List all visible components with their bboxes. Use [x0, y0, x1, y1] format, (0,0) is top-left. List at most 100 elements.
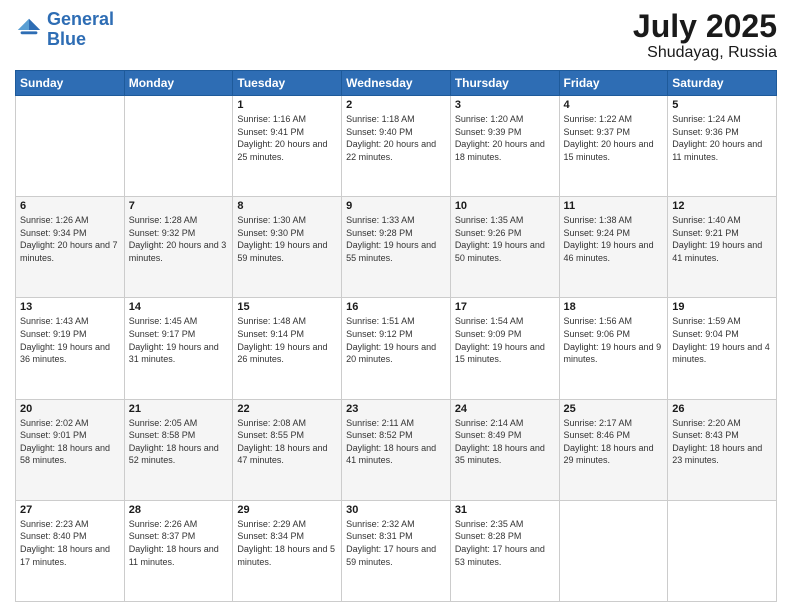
logo-general: General	[47, 9, 114, 29]
table-row: 31Sunrise: 2:35 AMSunset: 8:28 PMDayligh…	[450, 500, 559, 601]
table-row: 23Sunrise: 2:11 AMSunset: 8:52 PMDayligh…	[342, 399, 451, 500]
daylight-text: Daylight: 20 hours and 11 minutes.	[672, 138, 772, 163]
day-info: Sunrise: 1:33 AMSunset: 9:28 PMDaylight:…	[346, 214, 446, 264]
day-info: Sunrise: 1:20 AMSunset: 9:39 PMDaylight:…	[455, 113, 555, 163]
table-row: 5Sunrise: 1:24 AMSunset: 9:36 PMDaylight…	[668, 96, 777, 197]
daylight-text: Daylight: 17 hours and 53 minutes.	[455, 543, 555, 568]
logo-icon	[15, 16, 43, 44]
sunset-text: Sunset: 8:43 PM	[672, 429, 772, 442]
header-friday: Friday	[559, 71, 668, 96]
calendar-week-row: 6 Sunrise: 1:26 AMSunset: 9:34 PMDaylight…	[16, 197, 777, 298]
sunrise-text: Sunrise: 1:43 AM	[20, 315, 120, 328]
day-info: Sunrise: 1:45 AMSunset: 9:17 PMDaylight:…	[129, 315, 229, 365]
day-number: 20	[20, 403, 120, 415]
table-row: 1Sunrise: 1:16 AMSunset: 9:41 PMDaylight…	[233, 96, 342, 197]
day-info: Sunrise: 1:24 AMSunset: 9:36 PMDaylight:…	[672, 113, 772, 163]
day-number: 6	[20, 200, 120, 212]
header-monday: Monday	[124, 71, 233, 96]
day-info: Sunrise: 1:18 AMSunset: 9:40 PMDaylight:…	[346, 113, 446, 163]
sunrise-text: Sunrise: 1:18 AM	[346, 113, 446, 126]
day-number: 8	[237, 200, 337, 212]
table-row: 18Sunrise: 1:56 AMSunset: 9:06 PMDayligh…	[559, 298, 668, 399]
sunrise-text: Sunrise: 1:22 AM	[564, 113, 664, 126]
sunrise-text: Sunrise: 2:35 AM	[455, 518, 555, 531]
table-row: 25 Sunrise: 2:17 AMSunset: 8:46 PMDayligh…	[559, 399, 668, 500]
daylight-text: Daylight: 19 hours and 4 minutes.	[672, 341, 772, 366]
day-number: 15	[237, 301, 337, 313]
day-number: 9	[346, 200, 446, 212]
sunset-text: Sunset: 9:24 PM	[564, 227, 664, 240]
header-sunday: Sunday	[16, 71, 125, 96]
table-row	[668, 500, 777, 601]
weekday-header-row: Sunday Monday Tuesday Wednesday Thursday…	[16, 71, 777, 96]
day-info: Sunrise: 2:26 AMSunset: 8:37 PMDaylight:…	[129, 518, 229, 568]
day-number: 17	[455, 301, 555, 313]
sunset-text: Sunset: 9:01 PM	[20, 429, 120, 442]
sunrise-text: Sunrise: 2:26 AM	[129, 518, 229, 531]
daylight-text: Daylight: 19 hours and 20 minutes.	[346, 341, 446, 366]
table-row	[559, 500, 668, 601]
sunset-text: Sunset: 8:46 PM	[564, 429, 664, 442]
day-number: 23	[346, 403, 446, 415]
day-number: 31	[455, 504, 555, 516]
sunset-text: Sunset: 9:40 PM	[346, 126, 446, 139]
day-info: Sunrise: 2:17 AMSunset: 8:46 PMDaylight:…	[564, 417, 664, 467]
table-row: 22Sunrise: 2:08 AMSunset: 8:55 PMDayligh…	[233, 399, 342, 500]
sunset-text: Sunset: 8:55 PM	[237, 429, 337, 442]
sunset-text: Sunset: 8:49 PM	[455, 429, 555, 442]
calendar-week-row: 27Sunrise: 2:23 AMSunset: 8:40 PMDayligh…	[16, 500, 777, 601]
daylight-text: Daylight: 19 hours and 55 minutes.	[346, 239, 446, 264]
table-row: 29Sunrise: 2:29 AMSunset: 8:34 PMDayligh…	[233, 500, 342, 601]
sunrise-text: Sunrise: 1:26 AM	[20, 214, 120, 227]
day-number: 28	[129, 504, 229, 516]
table-row: 14Sunrise: 1:45 AMSunset: 9:17 PMDayligh…	[124, 298, 233, 399]
day-info: Sunrise: 1:30 AMSunset: 9:30 PMDaylight:…	[237, 214, 337, 264]
daylight-text: Daylight: 18 hours and 29 minutes.	[564, 442, 664, 467]
table-row: 24Sunrise: 2:14 AMSunset: 8:49 PMDayligh…	[450, 399, 559, 500]
day-number: 25	[564, 403, 664, 415]
daylight-text: Daylight: 20 hours and 15 minutes.	[564, 138, 664, 163]
table-row: 30Sunrise: 2:32 AMSunset: 8:31 PMDayligh…	[342, 500, 451, 601]
table-row: 8 Sunrise: 1:30 AMSunset: 9:30 PMDaylight…	[233, 197, 342, 298]
table-row: 17Sunrise: 1:54 AMSunset: 9:09 PMDayligh…	[450, 298, 559, 399]
sunset-text: Sunset: 9:09 PM	[455, 328, 555, 341]
sunrise-text: Sunrise: 2:29 AM	[237, 518, 337, 531]
sunrise-text: Sunrise: 2:17 AM	[564, 417, 664, 430]
day-info: Sunrise: 1:26 AMSunset: 9:34 PMDaylight:…	[20, 214, 120, 264]
logo-blue: Blue	[47, 29, 86, 49]
sunset-text: Sunset: 9:04 PM	[672, 328, 772, 341]
daylight-text: Daylight: 18 hours and 47 minutes.	[237, 442, 337, 467]
day-info: Sunrise: 2:02 AMSunset: 9:01 PMDaylight:…	[20, 417, 120, 467]
day-info: Sunrise: 2:20 AMSunset: 8:43 PMDaylight:…	[672, 417, 772, 467]
sunrise-text: Sunrise: 2:20 AM	[672, 417, 772, 430]
table-row: 6 Sunrise: 1:26 AMSunset: 9:34 PMDaylight…	[16, 197, 125, 298]
daylight-text: Daylight: 19 hours and 41 minutes.	[672, 239, 772, 264]
table-row: 15 Sunrise: 1:48 AMSunset: 9:14 PMDayligh…	[233, 298, 342, 399]
day-info: Sunrise: 2:29 AMSunset: 8:34 PMDaylight:…	[237, 518, 337, 568]
sunrise-text: Sunrise: 1:59 AM	[672, 315, 772, 328]
header-thursday: Thursday	[450, 71, 559, 96]
logo-text: General Blue	[47, 10, 114, 50]
day-number: 16	[346, 301, 446, 313]
day-info: Sunrise: 1:38 AMSunset: 9:24 PMDaylight:…	[564, 214, 664, 264]
daylight-text: Daylight: 18 hours and 5 minutes.	[237, 543, 337, 568]
sunrise-text: Sunrise: 2:08 AM	[237, 417, 337, 430]
daylight-text: Daylight: 20 hours and 22 minutes.	[346, 138, 446, 163]
daylight-text: Daylight: 17 hours and 59 minutes.	[346, 543, 446, 568]
daylight-text: Daylight: 18 hours and 52 minutes.	[129, 442, 229, 467]
sunset-text: Sunset: 9:41 PM	[237, 126, 337, 139]
daylight-text: Daylight: 20 hours and 18 minutes.	[455, 138, 555, 163]
title-block: July 2025 Shudayag, Russia	[633, 10, 777, 62]
sunset-text: Sunset: 8:37 PM	[129, 530, 229, 543]
sunset-text: Sunset: 9:26 PM	[455, 227, 555, 240]
location-title: Shudayag, Russia	[633, 44, 777, 62]
day-info: Sunrise: 1:35 AMSunset: 9:26 PMDaylight:…	[455, 214, 555, 264]
table-row: 16Sunrise: 1:51 AMSunset: 9:12 PMDayligh…	[342, 298, 451, 399]
table-row	[16, 96, 125, 197]
day-number: 10	[455, 200, 555, 212]
sunrise-text: Sunrise: 1:38 AM	[564, 214, 664, 227]
day-info: Sunrise: 1:48 AMSunset: 9:14 PMDaylight:…	[237, 315, 337, 365]
day-number: 21	[129, 403, 229, 415]
day-info: Sunrise: 2:23 AMSunset: 8:40 PMDaylight:…	[20, 518, 120, 568]
table-row: 21Sunrise: 2:05 AMSunset: 8:58 PMDayligh…	[124, 399, 233, 500]
